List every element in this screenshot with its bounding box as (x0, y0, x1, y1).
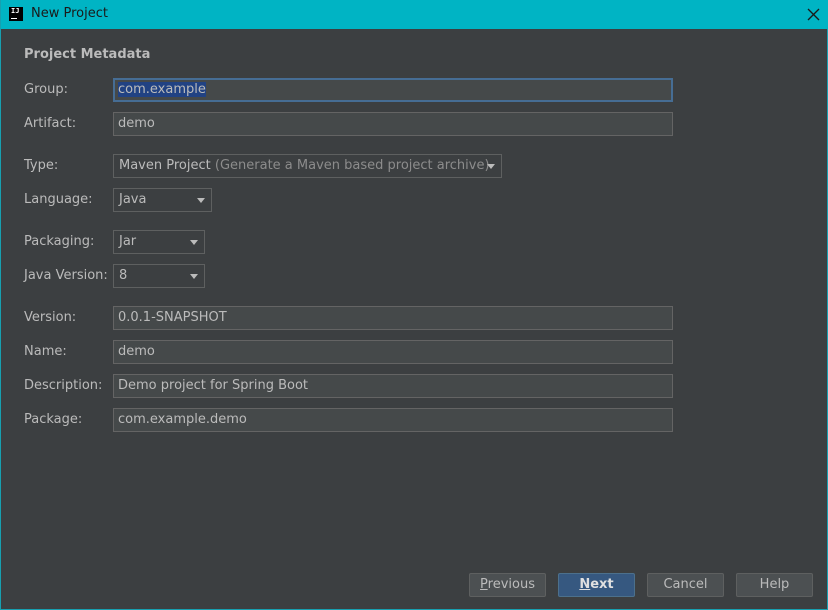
java-version-value: 8 (119, 268, 128, 283)
chevron-down-icon (487, 164, 495, 169)
next-mnemonic: N (579, 577, 591, 592)
chevron-down-icon (190, 240, 198, 245)
language-label: Language: (24, 192, 93, 207)
close-icon (807, 8, 820, 21)
artifact-label: Artifact: (24, 116, 77, 131)
chevron-down-icon (190, 274, 198, 279)
type-label: Type: (24, 158, 59, 173)
package-input[interactable]: com.example.demo (113, 408, 673, 432)
java-version-dropdown[interactable]: 8 (113, 264, 205, 288)
next-button[interactable]: Next (558, 573, 635, 597)
packaging-dropdown[interactable]: Jar (113, 230, 205, 254)
section-title: Project Metadata (24, 47, 151, 62)
next-label: ext (590, 577, 614, 592)
window-title: New Project (31, 6, 108, 21)
previous-label: revious (487, 577, 535, 592)
packaging-label: Packaging: (24, 234, 95, 249)
name-label: Name: (24, 344, 67, 359)
type-hint: (Generate a Maven based project archive) (214, 158, 490, 173)
description-input[interactable]: Demo project for Spring Boot (113, 374, 673, 398)
name-input[interactable]: demo (113, 340, 673, 364)
logo-text: IJ (11, 7, 20, 15)
package-label: Package: (24, 412, 83, 427)
group-value: com.example (118, 82, 206, 97)
java-version-label: Java Version: (24, 268, 108, 283)
version-label: Version: (24, 310, 77, 325)
help-button[interactable]: Help (736, 573, 813, 597)
group-input[interactable]: com.example (113, 78, 673, 102)
title-bar[interactable]: IJ New Project (1, 0, 828, 29)
version-input[interactable]: 0.0.1-SNAPSHOT (113, 306, 673, 330)
description-label: Description: (24, 378, 103, 393)
type-value: Maven Project (119, 158, 211, 173)
previous-button[interactable]: Previous (469, 573, 546, 597)
group-label: Group: (24, 82, 68, 97)
language-value: Java (119, 192, 147, 207)
cancel-button[interactable]: Cancel (647, 573, 724, 597)
new-project-dialog: IJ New Project Project Metadata Group: c… (0, 0, 828, 610)
intellij-logo-icon: IJ (9, 7, 23, 21)
artifact-input[interactable]: demo (113, 112, 673, 136)
language-dropdown[interactable]: Java (113, 188, 212, 212)
chevron-down-icon (197, 198, 205, 203)
packaging-value: Jar (119, 234, 137, 249)
close-button[interactable] (799, 0, 828, 29)
previous-mnemonic: P (480, 577, 488, 592)
type-dropdown[interactable]: Maven Project (Generate a Maven based pr… (113, 154, 502, 178)
